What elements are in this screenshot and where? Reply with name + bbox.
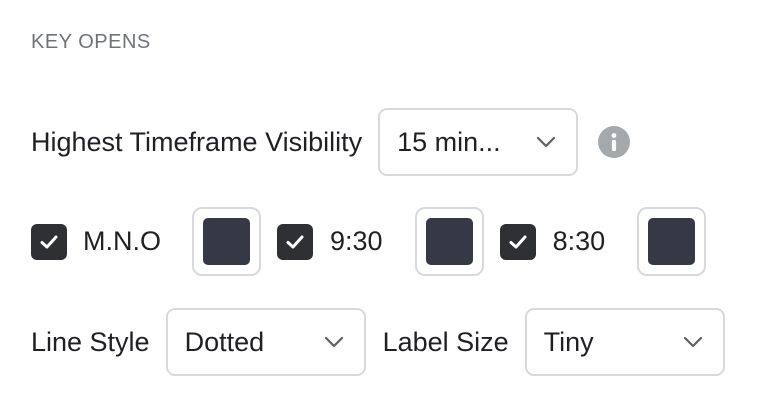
timeframe-select[interactable]: 15 min... [378, 108, 579, 176]
label-size-label: Label Size [382, 326, 509, 357]
info-glyph [611, 133, 617, 151]
830-color-fill [648, 218, 696, 265]
line-style-label: Line Style [31, 326, 150, 357]
mno-color-fill [203, 218, 250, 265]
timeframe-label: Highest Timeframe Visibility [31, 126, 363, 157]
opens-row: M.N.O 9:30 8:30 [31, 207, 707, 276]
chevron-down-icon [324, 336, 343, 348]
label-size-select[interactable]: Tiny [524, 308, 725, 376]
section-title: KEY OPENS [31, 31, 151, 53]
830-label: 8:30 [552, 226, 606, 256]
930-label: 9:30 [330, 226, 383, 256]
timeframe-select-value: 15 min... [397, 126, 501, 157]
line-style-value: Dotted [184, 326, 265, 357]
chevron-down-icon [683, 336, 702, 348]
info-icon[interactable] [598, 126, 631, 158]
line-style-select[interactable]: Dotted [165, 308, 366, 376]
check-icon [286, 235, 304, 248]
930-color-fill [425, 218, 473, 265]
style-row: Line Style Dotted Label Size Tiny [31, 308, 725, 376]
check-icon [40, 235, 58, 248]
830-checkbox[interactable] [499, 223, 536, 260]
930-color-swatch[interactable] [414, 207, 484, 276]
930-checkbox[interactable] [277, 223, 313, 260]
chevron-down-icon [537, 136, 556, 148]
label-size-value: Tiny [543, 326, 594, 357]
mno-label: M.N.O [83, 226, 161, 256]
check-icon [509, 235, 527, 248]
830-color-swatch[interactable] [637, 207, 707, 276]
timeframe-row: Highest Timeframe Visibility 15 min... [31, 108, 631, 176]
mno-checkbox[interactable] [31, 223, 67, 260]
mno-color-swatch[interactable] [192, 207, 261, 276]
